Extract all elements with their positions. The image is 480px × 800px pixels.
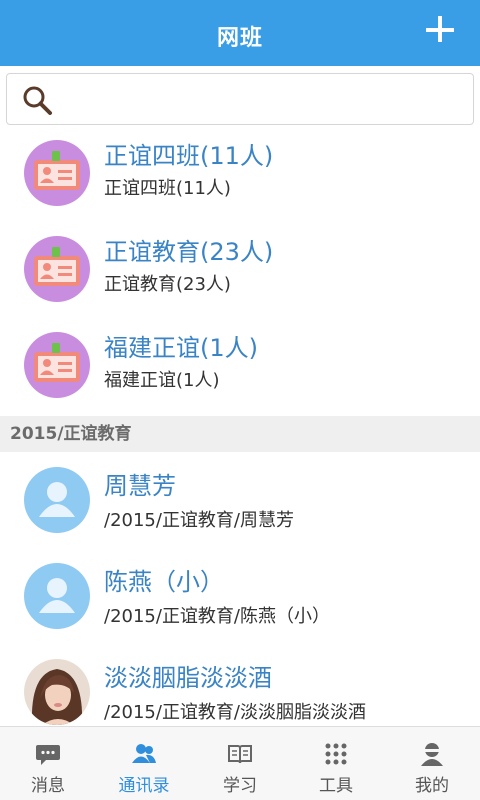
group-item[interactable]: 福建正谊(1人) 福建正谊(1人) — [0, 320, 480, 416]
contact-item[interactable]: 淡淡胭脂淡淡酒 /2015/正谊教育/淡淡胭脂淡淡酒 — [0, 644, 480, 726]
tab-tools[interactable]: 工具 — [288, 727, 384, 800]
tab-label: 学习 — [223, 776, 257, 796]
app-header: 网班 — [0, 6, 480, 66]
bottom-tab-bar: 消息 通讯录 学习 工具 我的 — [0, 726, 480, 800]
contact-list[interactable]: 正谊四班(11人) 正谊四班(11人) 正谊教育(23人) 正谊教育(23人) — [0, 128, 480, 726]
contact-name: 周慧芳 — [104, 472, 176, 500]
group-name: 正谊四班(11人) — [104, 142, 274, 170]
group-name: 福建正谊(1人) — [104, 334, 258, 362]
group-item[interactable]: 正谊教育(23人) 正谊教育(23人) — [0, 224, 480, 320]
tab-label: 通讯录 — [118, 776, 170, 796]
page-title: 网班 — [216, 26, 263, 51]
search-icon — [23, 86, 52, 115]
avatar — [24, 659, 90, 725]
id-card-icon — [24, 140, 90, 206]
chat-icon — [36, 745, 60, 765]
section-header: 2015/正谊教育 — [0, 416, 480, 452]
search-input[interactable] — [63, 82, 463, 118]
tab-me[interactable]: 我的 — [384, 727, 480, 800]
group-subtitle: 正谊四班(11人) — [104, 178, 231, 199]
contact-item[interactable]: 周慧芳 /2015/正谊教育/周慧芳 — [0, 452, 480, 548]
grid-icon — [325, 743, 347, 765]
group-subtitle: 正谊教育(23人) — [104, 274, 231, 295]
contact-path: /2015/正谊教育/周慧芳 — [104, 510, 295, 531]
group-subtitle: 福建正谊(1人) — [104, 370, 220, 391]
tab-study[interactable]: 学习 — [192, 727, 288, 800]
book-icon — [228, 745, 252, 764]
contact-path: /2015/正谊教育/淡淡胭脂淡淡酒 — [104, 702, 367, 723]
plus-icon[interactable] — [422, 12, 458, 48]
contact-item[interactable]: 陈燕（小） /2015/正谊教育/陈燕（小） — [0, 548, 480, 644]
group-item[interactable]: 正谊四班(11人) 正谊四班(11人) — [0, 128, 480, 224]
tab-messages[interactable]: 消息 — [0, 727, 96, 800]
contact-name: 淡淡胭脂淡淡酒 — [104, 664, 272, 692]
contacts-icon — [132, 744, 156, 763]
contact-name: 陈燕（小） — [104, 568, 224, 596]
default-person-icon — [24, 467, 90, 533]
tab-contacts[interactable]: 通讯录 — [96, 727, 192, 800]
tab-label: 工具 — [319, 776, 353, 796]
search-bar[interactable] — [6, 73, 474, 125]
default-person-icon — [24, 563, 90, 629]
id-card-icon — [24, 332, 90, 398]
profile-icon — [421, 743, 443, 766]
tab-label: 消息 — [31, 776, 65, 796]
group-name: 正谊教育(23人) — [104, 238, 274, 266]
tab-label: 我的 — [415, 776, 449, 796]
id-card-icon — [24, 236, 90, 302]
contact-path: /2015/正谊教育/陈燕（小） — [104, 606, 331, 627]
